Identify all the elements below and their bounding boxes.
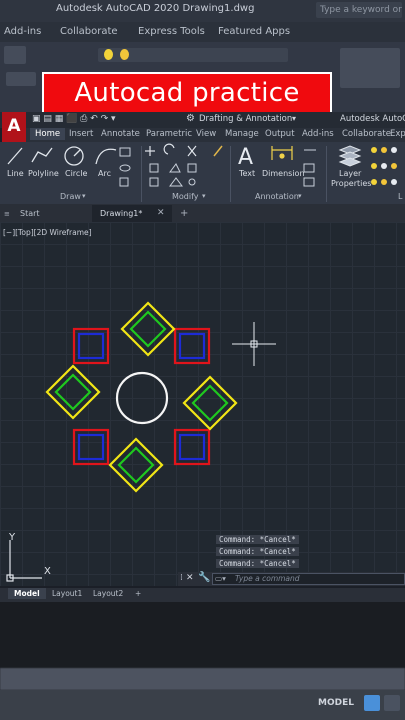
autocad-logo[interactable]: A <box>2 112 26 142</box>
svg-text:A: A <box>238 145 253 170</box>
tab-output[interactable]: Output <box>265 129 295 139</box>
workspace-selector[interactable]: Drafting & Annotation <box>199 114 292 124</box>
circle-icon <box>64 146 84 166</box>
square-top-right <box>173 327 211 365</box>
search-input[interactable]: Type a keyword or phrase <box>316 2 402 18</box>
panel-label-modify[interactable]: Modify <box>172 192 199 201</box>
close-icon[interactable]: ✕ <box>186 573 194 583</box>
blurred-tool <box>6 72 36 86</box>
banner-text: Autocad practice <box>74 78 300 108</box>
title-banner: Autocad practice <box>42 72 332 114</box>
tab-parametric[interactable]: Parametric <box>146 129 192 139</box>
tab-manage[interactable]: Manage <box>225 129 259 139</box>
ucs-y-label: Y <box>9 532 16 543</box>
app-title: Autodesk AutoCAD <box>340 114 405 124</box>
menu-icon[interactable]: ≡ <box>4 210 10 218</box>
rotate-icon <box>163 143 175 155</box>
arc-button[interactable]: Arc <box>98 169 111 178</box>
command-input[interactable]: Type a command <box>212 573 405 585</box>
ucs-icon <box>6 540 42 582</box>
chevron-down-icon[interactable]: ▾ <box>298 192 302 200</box>
diamond-left <box>45 364 101 420</box>
dimension-icon <box>271 146 293 160</box>
draw-small-icons <box>119 147 131 187</box>
status-strip <box>0 668 405 690</box>
polyline-icon <box>31 147 53 163</box>
center-circle <box>115 371 169 425</box>
layer-button-line2[interactable]: Properties <box>331 179 371 188</box>
command-history-line: Command: *Cancel* <box>216 535 299 544</box>
panel-label-layers[interactable]: L <box>398 192 402 201</box>
grip-icon[interactable]: ⁞ <box>180 573 183 583</box>
tab-layout2[interactable]: Layout2 <box>93 589 123 598</box>
ucs-x-label: X <box>44 566 51 577</box>
window-title: Autodesk AutoCAD 2020 Drawing1.dwg <box>56 3 255 14</box>
layer-icon <box>338 145 362 167</box>
panel-separator <box>230 146 231 202</box>
tab-insert[interactable]: Insert <box>69 129 93 139</box>
new-tab-button[interactable]: + <box>180 208 188 219</box>
workspace-gear-icon[interactable]: ⚙ <box>186 113 195 124</box>
square-bottom-right <box>173 428 211 466</box>
text-button[interactable]: Text <box>239 169 255 178</box>
snap-toggle[interactable] <box>384 695 400 711</box>
chevron-down-icon[interactable]: ▾ <box>82 192 86 200</box>
crosshair-icon <box>232 322 276 366</box>
command-prompt-icon[interactable]: ▭▾ <box>215 574 226 583</box>
tab-express[interactable]: Exp <box>390 129 405 139</box>
pencil-icon <box>213 145 223 157</box>
wrench-icon[interactable]: 🔧 <box>198 572 210 583</box>
move-icon <box>145 146 155 156</box>
menu-item-featured-apps[interactable]: Featured Apps <box>218 26 290 37</box>
square-bottom-left <box>72 428 110 466</box>
diamond-bottom <box>108 437 164 493</box>
panel-separator <box>141 146 142 202</box>
command-history-line: Command: *Cancel* <box>216 559 299 568</box>
panel-label-annotation[interactable]: Annotation <box>255 192 299 201</box>
layer-small-icons <box>371 147 397 185</box>
drawing-canvas[interactable] <box>0 222 405 586</box>
tab-drawing1-label: Drawing1* <box>100 209 143 218</box>
circle-button[interactable]: Circle <box>65 169 87 178</box>
quick-access-icons[interactable]: ▣ ▤ ▦ ⬛ ⎙ ↶ ↷ ▾ <box>32 114 116 124</box>
file-tabs <box>0 204 405 222</box>
grid-toggle[interactable] <box>364 695 380 711</box>
tab-addins[interactable]: Add-ins <box>302 129 334 139</box>
square-top-left <box>72 327 110 365</box>
chevron-down-icon[interactable]: ▾ <box>292 114 296 123</box>
diamond-top <box>120 301 176 357</box>
diamond-right <box>182 375 238 431</box>
menu-item-express-tools[interactable]: Express Tools <box>138 26 205 37</box>
trim-icon <box>187 145 197 157</box>
model-space-toggle[interactable]: MODEL <box>318 698 354 708</box>
lightbulb-icon <box>104 49 113 60</box>
menu-item-collaborate[interactable]: Collaborate <box>60 26 118 37</box>
text-icon: A <box>238 145 253 170</box>
dimension-small-icons <box>303 149 316 187</box>
line-button[interactable]: Line <box>7 169 24 178</box>
command-history-line: Command: *Cancel* <box>216 547 299 556</box>
tab-model[interactable]: Model <box>8 588 46 599</box>
menu-item-addins[interactable]: Add-ins <box>4 26 41 37</box>
blurred-tool <box>4 46 26 64</box>
blurred-tool <box>340 48 400 88</box>
tab-collaborate[interactable]: Collaborate <box>342 129 391 139</box>
line-icon <box>7 147 23 165</box>
dimension-button[interactable]: Dimension <box>262 169 305 178</box>
tab-start[interactable]: Start <box>20 209 40 218</box>
tab-view[interactable]: View <box>196 129 216 139</box>
tab-home[interactable]: Home <box>30 128 66 140</box>
new-layout-button[interactable]: + <box>135 589 141 598</box>
layer-button-line1[interactable]: Layer <box>339 169 361 178</box>
close-icon[interactable]: ✕ <box>157 208 165 218</box>
tab-annotate[interactable]: Annotate <box>101 129 140 139</box>
modify-small-icons <box>149 163 197 187</box>
panel-label-draw[interactable]: Draw <box>60 192 81 201</box>
chevron-down-icon[interactable]: ▾ <box>202 192 206 200</box>
arc-icon <box>95 148 117 165</box>
panel-separator <box>326 146 327 202</box>
tab-layout1[interactable]: Layout1 <box>52 589 82 598</box>
sun-icon <box>120 49 129 60</box>
polyline-button[interactable]: Polyline <box>28 169 59 178</box>
